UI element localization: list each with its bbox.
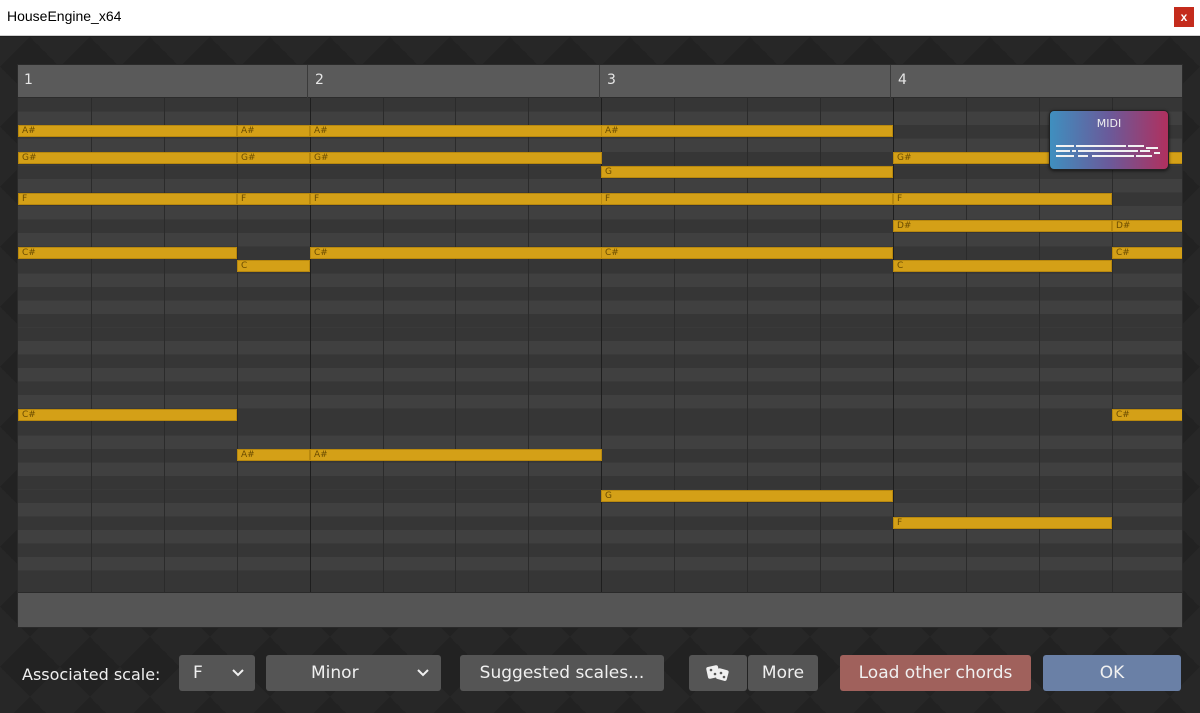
load-other-chords-button[interactable]: Load other chords xyxy=(840,655,1031,691)
beat-gridline xyxy=(455,98,456,592)
midi-note[interactable]: G# xyxy=(18,152,237,164)
midi-note[interactable]: A# xyxy=(18,125,237,137)
mode-select[interactable]: Minor xyxy=(266,655,441,691)
midi-note[interactable]: F xyxy=(601,192,893,205)
midi-drag-widget[interactable]: MIDI xyxy=(1049,110,1169,170)
midi-note[interactable]: G xyxy=(601,165,893,178)
ruler-divider xyxy=(307,65,308,98)
suggested-scales-button[interactable]: Suggested scales... xyxy=(460,655,664,691)
midi-note[interactable]: C# xyxy=(18,246,237,259)
ruler-divider xyxy=(599,65,600,98)
midi-note[interactable]: C# xyxy=(18,408,237,421)
more-button[interactable]: More xyxy=(748,655,818,691)
midi-note[interactable]: A# xyxy=(310,125,602,137)
midi-note[interactable]: A# xyxy=(237,449,310,461)
control-bar: Associated scale: F Minor Suggested scal… xyxy=(0,650,1200,696)
midi-lines-icon xyxy=(1056,143,1162,163)
chevron-down-icon xyxy=(232,669,244,677)
velocity-lane[interactable] xyxy=(18,592,1182,627)
bar-gridline xyxy=(310,98,311,592)
chevron-down-icon xyxy=(417,669,429,677)
midi-note[interactable]: D# xyxy=(1112,219,1182,232)
randomize-button[interactable] xyxy=(689,655,747,691)
beat-gridline xyxy=(91,98,92,592)
associated-scale-label: Associated scale: xyxy=(22,665,161,684)
midi-note[interactable]: G# xyxy=(310,152,602,164)
midi-note[interactable]: A# xyxy=(237,125,310,137)
midi-note[interactable]: C# xyxy=(1112,408,1182,421)
midi-note[interactable]: G# xyxy=(237,152,310,164)
title-bar: HouseEngine_x64 x xyxy=(0,0,1200,36)
midi-note[interactable]: F xyxy=(310,192,602,205)
midi-label: MIDI xyxy=(1096,117,1122,130)
midi-note[interactable]: A# xyxy=(310,449,602,461)
key-value: F xyxy=(193,663,203,683)
window-title: HouseEngine_x64 xyxy=(7,8,122,24)
mode-value: Minor xyxy=(311,663,359,683)
midi-note[interactable]: C# xyxy=(601,246,893,259)
midi-note[interactable]: C xyxy=(237,260,310,272)
note-grid[interactable]: A# A# A# A# G# G# G# G# G F F F F F D# D# C# C# C# C# C C C# C#… xyxy=(18,98,1182,592)
midi-note[interactable]: G xyxy=(601,489,893,502)
midi-note[interactable]: C xyxy=(893,260,1112,272)
ruler-divider xyxy=(890,65,891,98)
midi-note[interactable]: C# xyxy=(1112,246,1182,259)
beat-gridline xyxy=(528,98,529,592)
close-button[interactable]: x xyxy=(1174,7,1194,27)
midi-note[interactable]: F xyxy=(893,516,1112,529)
dice-icon xyxy=(706,665,729,681)
key-select[interactable]: F xyxy=(179,655,255,691)
beat-gridline xyxy=(164,98,165,592)
midi-note[interactable]: A# xyxy=(601,125,893,137)
beat-gridline xyxy=(237,98,238,592)
midi-note[interactable]: D# xyxy=(893,219,1112,232)
piano-roll[interactable]: 1 2 3 4 A# A# A# A# G# G# G# G# G F F F F F D# D# C# C# C#… xyxy=(17,64,1183,628)
timeline-ruler[interactable]: 1 2 3 4 xyxy=(18,65,1182,98)
bar-number-3: 3 xyxy=(607,72,616,88)
ok-button[interactable]: OK xyxy=(1043,655,1181,691)
bar-number-2: 2 xyxy=(315,72,324,88)
bar-number-1: 1 xyxy=(24,72,33,88)
midi-note[interactable]: F xyxy=(18,192,237,205)
midi-note[interactable]: C# xyxy=(310,246,602,259)
midi-note[interactable]: F xyxy=(893,192,1112,205)
bar-number-4: 4 xyxy=(898,72,907,88)
beat-gridline xyxy=(1112,98,1113,592)
midi-note[interactable]: F xyxy=(237,192,310,205)
beat-gridline xyxy=(383,98,384,592)
